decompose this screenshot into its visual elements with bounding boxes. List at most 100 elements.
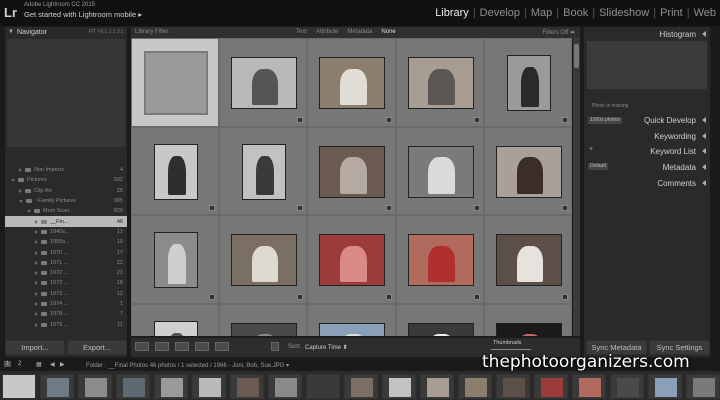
grid-view-icon[interactable] xyxy=(135,342,149,351)
forward-arrow-icon[interactable]: ▶ xyxy=(60,361,65,368)
disclosure-closed-icon[interactable] xyxy=(35,250,38,255)
filmstrip-source-path[interactable]: Folder : __Final Photos 46 photos / 1 se… xyxy=(86,362,289,369)
filmstrip-cell[interactable] xyxy=(648,374,682,399)
folder-row[interactable]: 1973 ... 12 xyxy=(5,289,127,299)
navigator-header[interactable]: ▼ Navigator FIT FILL 1:1 3:1 xyxy=(5,27,127,37)
keywording-header[interactable]: Keywording xyxy=(584,129,710,143)
filmstrip-cell[interactable] xyxy=(572,374,606,399)
folder-row[interactable]: 1978 ... 7 xyxy=(5,309,127,319)
disclosure-open-icon[interactable] xyxy=(19,199,23,203)
filmstrip-cell[interactable] xyxy=(420,374,454,399)
grid-cell[interactable] xyxy=(131,215,220,304)
module-print[interactable]: Print xyxy=(656,7,687,19)
loupe-view-icon[interactable] xyxy=(155,342,169,351)
grid-cell[interactable] xyxy=(219,38,308,127)
photo-thumbnail[interactable] xyxy=(506,55,551,112)
grid-cell[interactable] xyxy=(219,126,308,215)
comments-header[interactable]: Comments xyxy=(584,176,710,190)
people-view-icon[interactable] xyxy=(215,342,229,351)
filter-option[interactable]: None xyxy=(381,29,395,35)
disclosure-closed-icon[interactable] xyxy=(19,168,22,173)
filmstrip-cell[interactable] xyxy=(306,374,340,399)
sort-order-select[interactable]: Capture Time ⬍ xyxy=(305,344,348,351)
disclosure-closed-icon[interactable] xyxy=(35,240,38,245)
folder-row[interactable]: 1940s... 12 xyxy=(5,227,127,237)
photo-thumbnail[interactable] xyxy=(407,145,474,198)
grid-icon[interactable]: ▦ xyxy=(36,361,42,368)
filmstrip-cell[interactable] xyxy=(268,374,302,399)
folder-row[interactable]: 1950s... 10 xyxy=(5,237,127,247)
photo-thumbnail[interactable] xyxy=(319,57,386,110)
navigator-preview[interactable] xyxy=(7,39,125,147)
compare-view-icon[interactable] xyxy=(175,342,189,351)
grid-cell[interactable] xyxy=(395,38,484,127)
grid-cell[interactable] xyxy=(395,126,484,215)
photo-thumbnail[interactable] xyxy=(407,234,474,287)
folder-row[interactable]: 1970 ... 17 xyxy=(5,247,127,257)
folder-row[interactable]: __Fin... 46 xyxy=(5,216,127,227)
module-web[interactable]: Web xyxy=(690,7,720,19)
filmstrip-cell[interactable] xyxy=(534,374,568,399)
photo-thumbnail[interactable] xyxy=(231,322,298,336)
filmstrip-cell[interactable] xyxy=(344,374,378,399)
filter-option[interactable]: Text xyxy=(296,29,307,35)
disclosure-closed-icon[interactable] xyxy=(35,260,38,265)
photo-thumbnail[interactable] xyxy=(495,322,562,336)
grid-scrollbar[interactable] xyxy=(573,38,580,336)
module-library[interactable]: Library xyxy=(431,7,473,19)
disclosure-open-icon[interactable] xyxy=(27,209,31,213)
grid-cell[interactable] xyxy=(483,215,572,304)
filmstrip-cell[interactable] xyxy=(192,374,226,399)
folder-row[interactable]: Non Imports 4 xyxy=(5,165,127,175)
grid-cell[interactable] xyxy=(307,215,396,304)
filmstrip-cell[interactable] xyxy=(154,374,188,399)
disclosure-closed-icon[interactable] xyxy=(35,229,38,234)
folder-row[interactable]: 1971 ... 22 xyxy=(5,258,127,268)
photo-thumbnail[interactable] xyxy=(319,145,386,198)
filmstrip-cell[interactable] xyxy=(610,374,644,399)
folder-row[interactable]: Mom Scan... 820 xyxy=(5,206,127,216)
folder-row[interactable]: 1974 ... 1 xyxy=(5,299,127,309)
filmstrip-cell[interactable] xyxy=(382,374,416,399)
module-book[interactable]: Book xyxy=(559,7,592,19)
thumbnail-size-slider[interactable] xyxy=(491,349,531,350)
grid-cell[interactable] xyxy=(395,303,484,336)
photo-thumbnail[interactable] xyxy=(319,234,386,287)
filmstrip-cell[interactable] xyxy=(116,374,150,399)
disclosure-closed-icon[interactable] xyxy=(35,271,38,276)
grid-cell[interactable] xyxy=(131,126,220,215)
grid-cell[interactable] xyxy=(307,303,396,336)
photo-thumbnail[interactable] xyxy=(407,322,474,336)
filmstrip-cell[interactable] xyxy=(458,374,492,399)
disclosure-closed-icon[interactable] xyxy=(35,302,38,306)
disclosure-closed-icon[interactable] xyxy=(19,188,22,193)
grid-cell[interactable] xyxy=(131,38,220,127)
photo-thumbnail[interactable] xyxy=(154,143,199,200)
grid-cell[interactable] xyxy=(483,38,572,127)
photo-thumbnail[interactable] xyxy=(154,320,199,336)
grid-cell[interactable] xyxy=(219,215,308,304)
photo-thumbnail[interactable] xyxy=(154,232,199,289)
photo-thumbnail[interactable] xyxy=(319,322,386,336)
photo-thumbnail[interactable] xyxy=(231,57,298,110)
scrollbar-thumb[interactable] xyxy=(574,44,579,68)
mobile-link[interactable]: Get started with Lightroom mobile ▸ xyxy=(24,10,142,19)
disclosure-closed-icon[interactable] xyxy=(35,281,38,286)
disclosure-closed-icon[interactable] xyxy=(35,322,38,327)
photo-thumbnail[interactable] xyxy=(495,145,562,198)
photo-thumbnail[interactable] xyxy=(495,234,562,287)
disclosure-open-icon[interactable] xyxy=(11,178,15,182)
folder-row[interactable]: 1979 ... 11 xyxy=(5,319,127,329)
photo-thumbnail[interactable] xyxy=(407,57,474,110)
module-map[interactable]: Map xyxy=(527,7,556,19)
primary-window-button[interactable]: 1 xyxy=(4,361,12,367)
folder-row[interactable]: 1972 ... 18 xyxy=(5,278,127,288)
filmstrip-cell[interactable] xyxy=(78,374,112,399)
survey-view-icon[interactable] xyxy=(195,342,209,351)
secondary-window-button[interactable]: 2 xyxy=(18,361,21,367)
disclosure-closed-icon[interactable] xyxy=(35,312,38,317)
grid-cell[interactable] xyxy=(307,38,396,127)
filmstrip-cell[interactable] xyxy=(686,374,720,399)
module-slideshow[interactable]: Slideshow xyxy=(595,7,653,19)
histogram-header[interactable]: Histogram xyxy=(584,27,710,41)
